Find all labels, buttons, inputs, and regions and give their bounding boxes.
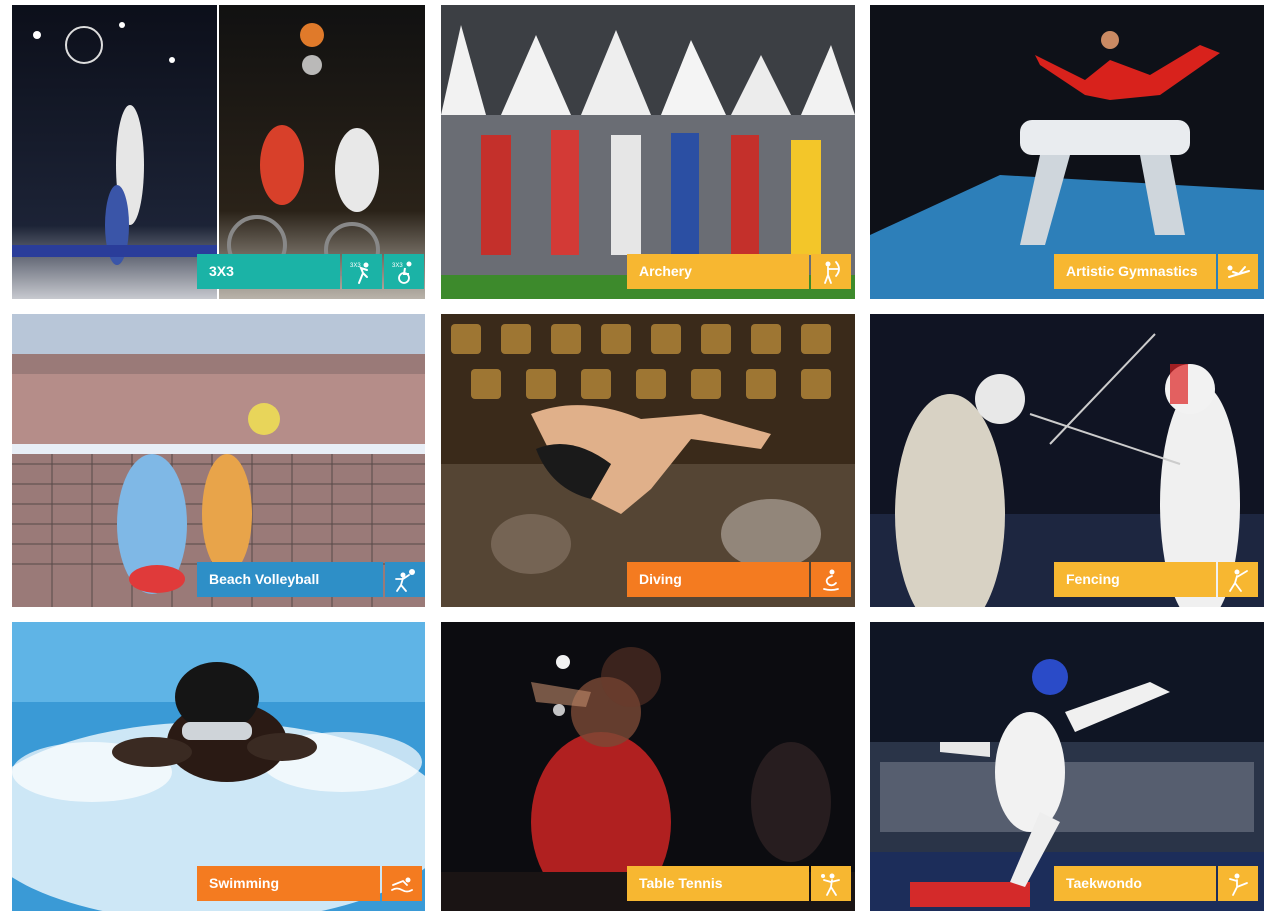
sport-tile-diving[interactable]: Diving bbox=[441, 314, 855, 607]
sport-tile-archery[interactable]: Archery bbox=[441, 5, 855, 299]
archery-icon bbox=[811, 254, 851, 289]
sport-name: Artistic Gymnastics bbox=[1054, 254, 1216, 289]
beach-volleyball-icon bbox=[385, 562, 425, 597]
swimming-icon bbox=[382, 866, 422, 901]
3x3-wheelchair-basketball-icon: 3X3 bbox=[384, 254, 424, 289]
svg-text:3X3: 3X3 bbox=[350, 263, 361, 269]
label-bar: 3X3 3X3 3X3 bbox=[197, 254, 424, 289]
label-bar: Taekwondo bbox=[1054, 866, 1258, 901]
sport-name: Table Tennis bbox=[627, 866, 809, 901]
3x3-basketball-icon: 3X3 bbox=[342, 254, 382, 289]
sport-tile-beach-volleyball[interactable]: Beach Volleyball bbox=[12, 314, 425, 607]
sport-tile-3x3[interactable]: 3X3 3X3 3X3 bbox=[12, 5, 425, 299]
sport-tile-taekwondo[interactable]: Taekwondo bbox=[870, 622, 1264, 911]
label-bar: Artistic Gymnastics bbox=[1054, 254, 1258, 289]
table-tennis-icon bbox=[811, 866, 851, 901]
sport-name: Swimming bbox=[197, 866, 380, 901]
sport-tile-swimming[interactable]: Swimming bbox=[12, 622, 425, 911]
sport-tile-table-tennis[interactable]: Table Tennis bbox=[441, 622, 855, 911]
sport-tile-fencing[interactable]: Fencing bbox=[870, 314, 1264, 607]
taekwondo-icon bbox=[1218, 866, 1258, 901]
sport-name: Fencing bbox=[1054, 562, 1216, 597]
diving-icon bbox=[811, 562, 851, 597]
label-bar: Table Tennis bbox=[627, 866, 851, 901]
sport-name: Archery bbox=[627, 254, 809, 289]
sport-name: Taekwondo bbox=[1054, 866, 1216, 901]
fencing-icon bbox=[1218, 562, 1258, 597]
label-bar: Swimming bbox=[197, 866, 422, 901]
sport-name: 3X3 bbox=[197, 254, 340, 289]
label-bar: Diving bbox=[627, 562, 851, 597]
sport-name: Diving bbox=[627, 562, 809, 597]
sport-tile-artistic-gymnastics[interactable]: Artistic Gymnastics bbox=[870, 5, 1264, 299]
label-bar: Archery bbox=[627, 254, 851, 289]
sport-name: Beach Volleyball bbox=[197, 562, 383, 597]
label-bar: Beach Volleyball bbox=[197, 562, 425, 597]
label-bar: Fencing bbox=[1054, 562, 1258, 597]
gymnastics-icon bbox=[1218, 254, 1258, 289]
svg-text:3X3: 3X3 bbox=[392, 263, 403, 269]
